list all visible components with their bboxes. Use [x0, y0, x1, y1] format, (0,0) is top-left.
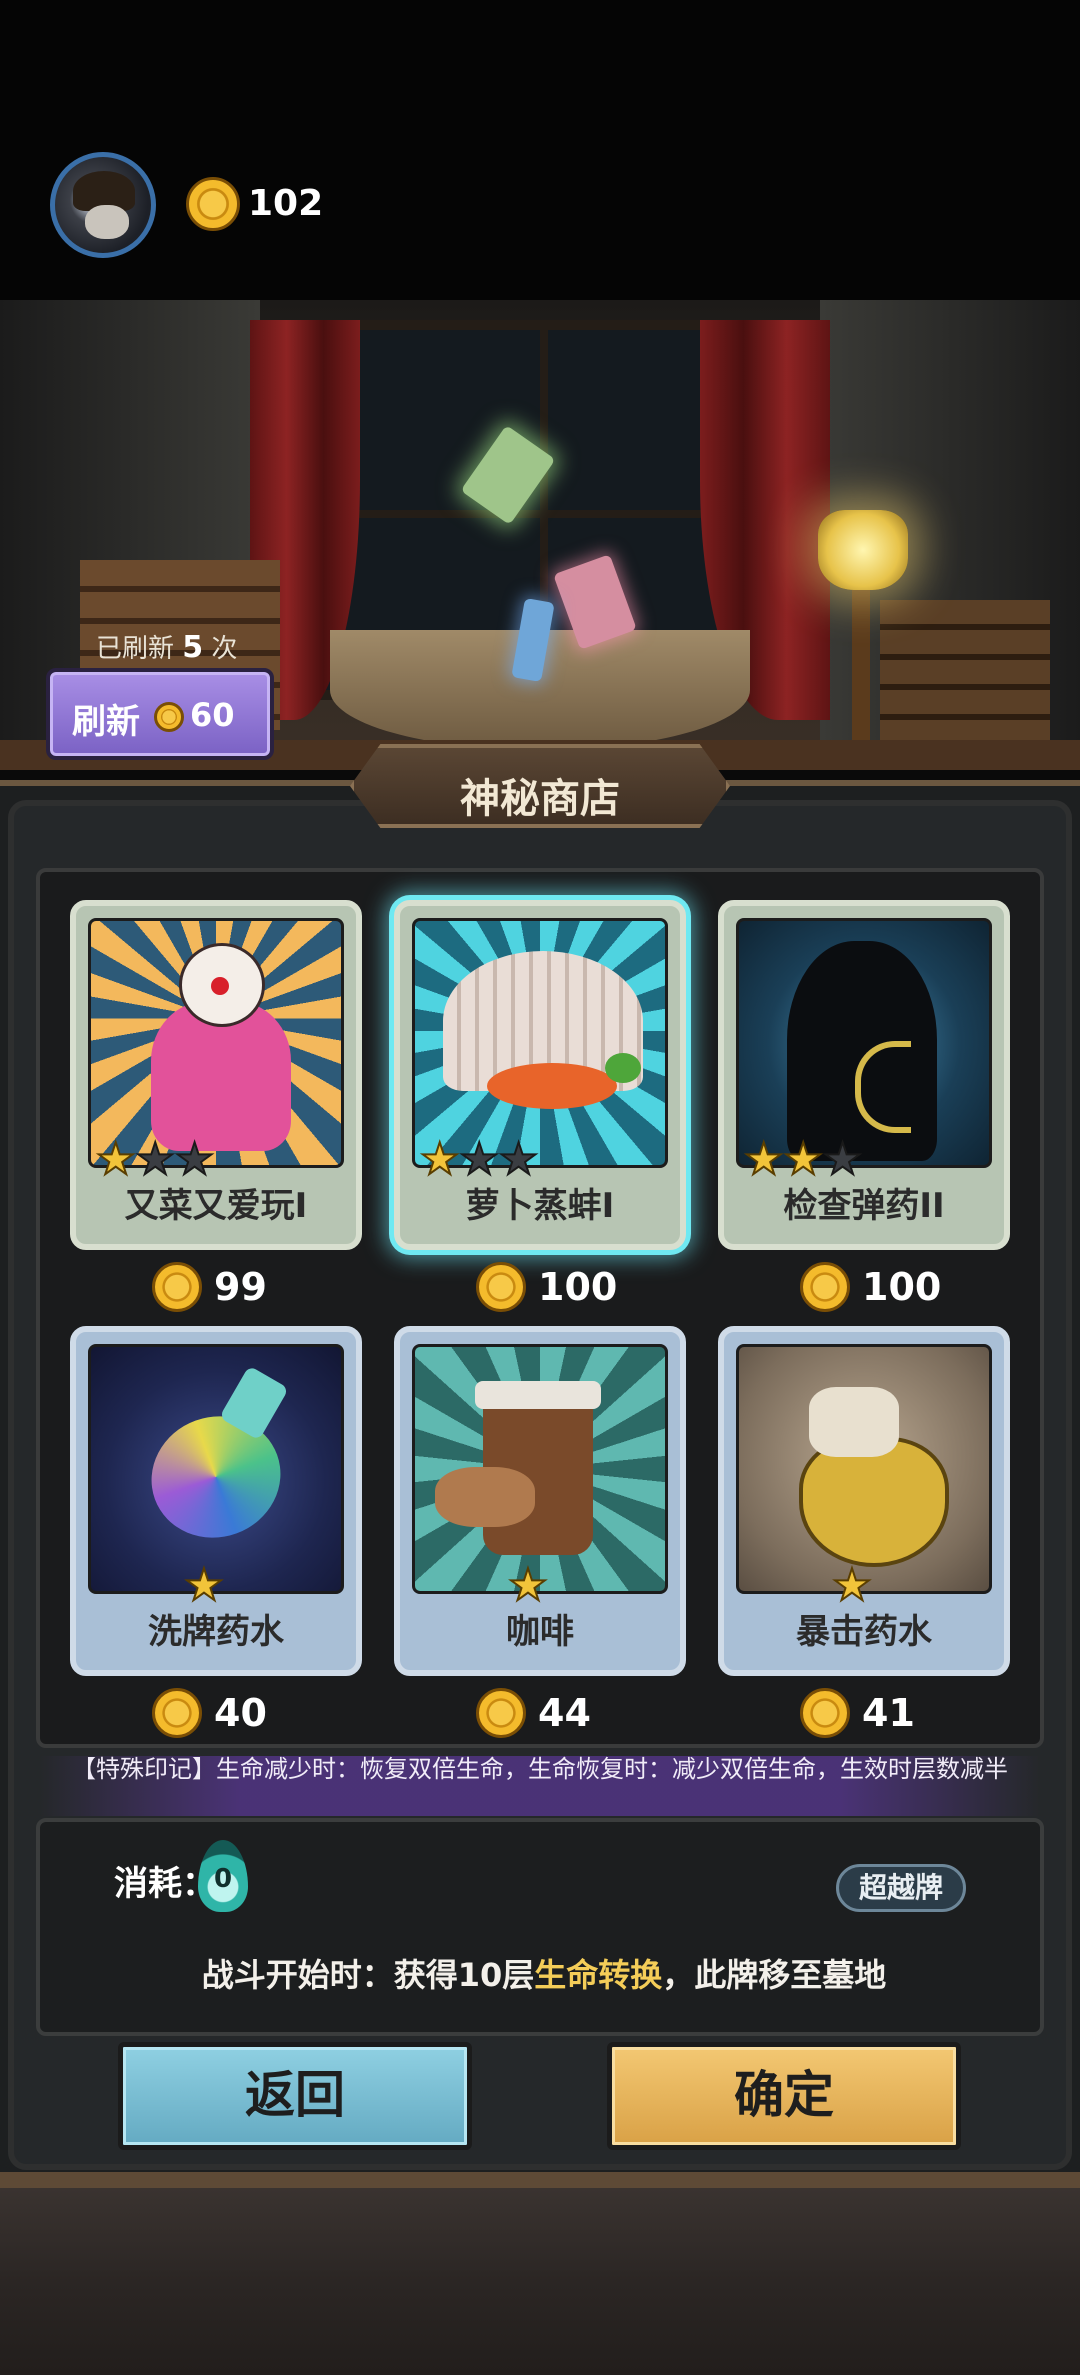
shop-title: 神秘商店 [460, 776, 620, 822]
card-detail-box: 消耗： 0 超越牌 战斗开始时：获得10层生命转换，此牌移至墓地 [36, 1818, 1044, 2036]
shop-card-1[interactable]: ★★★ 萝卜蒸蚌I [394, 900, 686, 1250]
top-bar: 102 [0, 0, 1080, 300]
energy-flame-icon: 0 [198, 1840, 248, 1912]
gold-coin-icon [186, 177, 240, 231]
shop-card-3[interactable]: ★ 洗牌药水 [70, 1326, 362, 1676]
star-empty-icon: ★ [134, 1134, 175, 1185]
card-name: 萝卜蒸蚌I [465, 1186, 615, 1226]
coin-icon [800, 1262, 850, 1312]
shop-card-5[interactable]: ★ 暴击药水 [718, 1326, 1010, 1676]
star-empty-icon: ★ [174, 1134, 215, 1185]
shop-card-4[interactable]: ★ 咖啡 [394, 1326, 686, 1676]
lamp-stand [852, 590, 870, 740]
card-price-3: 40 [152, 1688, 267, 1744]
star-icon: ★ [507, 1560, 548, 1611]
carrot-leaf [605, 1053, 641, 1083]
back-button[interactable]: 返回 [118, 2042, 472, 2150]
card-art-clown [88, 918, 344, 1168]
carrot [487, 1063, 617, 1109]
player-avatar[interactable] [50, 152, 156, 258]
card-price-0: 99 [152, 1262, 267, 1318]
star-empty-icon: ★ [822, 1134, 863, 1185]
coin-icon [152, 1262, 202, 1312]
card-price-1: 100 [476, 1262, 617, 1318]
star-rating: ★ [76, 1560, 332, 1611]
coin-icon [154, 702, 184, 732]
avatar-face [85, 205, 129, 239]
coin-icon [476, 1688, 526, 1738]
book-stack-right [880, 600, 1050, 740]
card-art-shuffle-potion [88, 1344, 344, 1594]
card-art-silhouette [736, 918, 992, 1168]
card-price-5: 41 [800, 1688, 915, 1744]
star-icon: ★ [95, 1134, 136, 1185]
star-rating: ★★★ [743, 1134, 863, 1185]
shop-card-0[interactable]: ★★★ 又菜又爱玩I [70, 900, 362, 1250]
refresh-button[interactable]: 刷新 60 [46, 668, 274, 760]
card-name: 暴击药水 [796, 1612, 932, 1652]
confirm-button[interactable]: 确定 [607, 2042, 961, 2150]
shop-title-plate: 神秘商店 [350, 744, 730, 828]
cost-value: 0 [213, 1864, 233, 1894]
coin-icon [152, 1688, 202, 1738]
star-rating: ★ [400, 1560, 656, 1611]
coffee-lid [475, 1381, 601, 1409]
card-art-crit-potion [736, 1344, 992, 1594]
card-name: 咖啡 [506, 1612, 574, 1652]
special-mark-text: 【特殊印记】生命减少时：恢复双倍生命，生命恢复时：减少双倍生命，生效时层数减半 [40, 1756, 1040, 1816]
floor [0, 2188, 1080, 2375]
star-icon: ★ [183, 1560, 224, 1611]
panel-bottom-rim [0, 2172, 1080, 2188]
card-type-tag: 超越牌 [836, 1864, 966, 1912]
star-icon: ★ [831, 1560, 872, 1611]
silhouette-figure [787, 941, 937, 1161]
star-rating: ★★★ [419, 1134, 539, 1185]
refresh-count-number: 5 [182, 630, 204, 665]
hand [435, 1467, 535, 1527]
card-art-shell-carrot [412, 918, 668, 1168]
card-art-coffee [412, 1344, 668, 1594]
refresh-label: 刷新 [72, 702, 140, 742]
star-icon: ★ [743, 1134, 784, 1185]
potion-bottle [134, 1398, 298, 1556]
card-price-4: 44 [476, 1688, 591, 1744]
refresh-count-text: 已刷新 5 次 [96, 630, 238, 665]
keyword-life-conversion: 生命转换 [534, 1956, 663, 1994]
star-rating: ★ [724, 1560, 980, 1611]
star-icon: ★ [419, 1134, 460, 1185]
star-icon: ★ [782, 1134, 823, 1185]
star-rating: ★★★ [95, 1134, 215, 1185]
clown-nose [211, 977, 229, 995]
card-name: 又菜又爱玩I [124, 1186, 308, 1226]
card-price-2: 100 [800, 1262, 941, 1318]
shop-card-2[interactable]: ★★★ 检查弹药II [718, 900, 1010, 1250]
star-empty-icon: ★ [498, 1134, 539, 1185]
star-empty-icon: ★ [458, 1134, 499, 1185]
card-effect-text: 战斗开始时：获得10层生命转换，此牌移至墓地 [201, 1956, 887, 1994]
card-name: 检查弹药II [783, 1186, 945, 1226]
refresh-price: 60 [190, 696, 235, 734]
flask-wrap [809, 1387, 899, 1457]
oil-lamp [818, 510, 908, 590]
coin-icon [476, 1262, 526, 1312]
card-name: 洗牌药水 [148, 1612, 284, 1652]
coin-balance: 102 [248, 183, 324, 224]
coin-icon [800, 1688, 850, 1738]
